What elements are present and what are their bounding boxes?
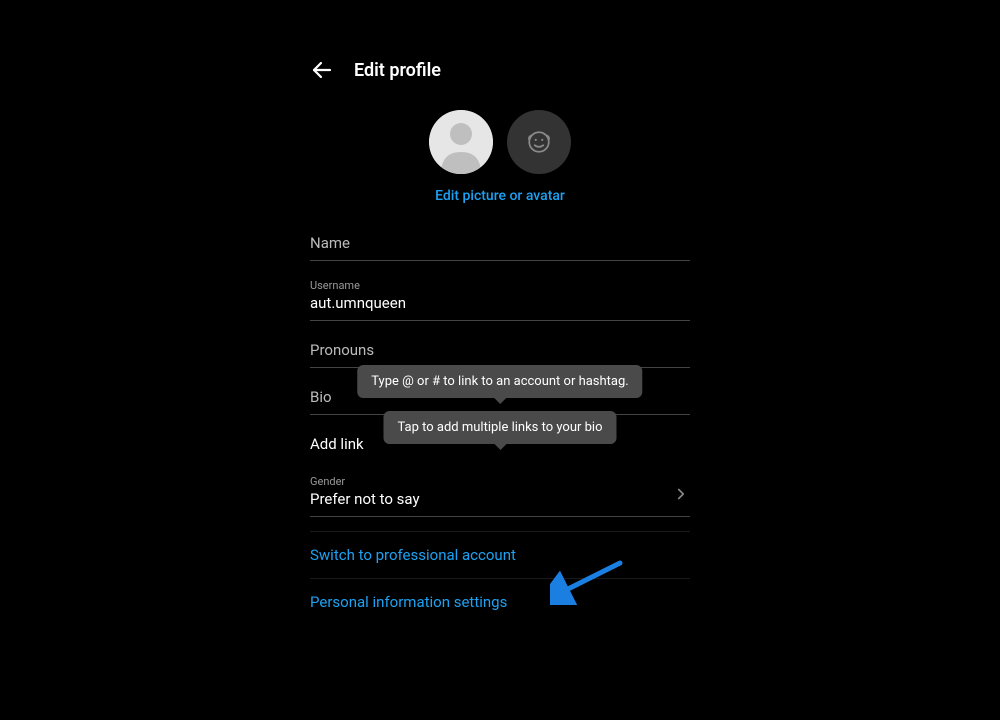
back-arrow-icon[interactable] (310, 58, 334, 82)
tooltip-multi-links: Tap to add multiple links to your bio (383, 411, 616, 444)
gender-value: Prefer not to say (310, 488, 672, 516)
pronouns-field[interactable]: Pronouns (310, 335, 690, 368)
avatar-secondary[interactable] (507, 110, 571, 174)
username-field[interactable]: Username aut.umnqueen (310, 275, 690, 321)
edit-picture-link[interactable]: Edit picture or avatar (310, 188, 690, 204)
page-title: Edit profile (354, 60, 441, 81)
gender-label: Gender (310, 471, 672, 488)
switch-professional-link[interactable]: Switch to professional account (310, 532, 690, 579)
chevron-right-icon (672, 485, 690, 503)
name-field[interactable]: Name (310, 228, 690, 261)
avatar-main[interactable] (429, 110, 493, 174)
pronouns-label: Pronouns (310, 335, 690, 367)
username-value: aut.umnqueen (310, 292, 690, 320)
gender-field[interactable]: Gender Prefer not to say (310, 471, 690, 517)
name-label: Name (310, 228, 690, 260)
personal-info-link[interactable]: Personal information settings (310, 579, 690, 625)
tooltip-at-hash: Type @ or # to link to an account or has… (357, 365, 642, 398)
username-label: Username (310, 275, 690, 292)
